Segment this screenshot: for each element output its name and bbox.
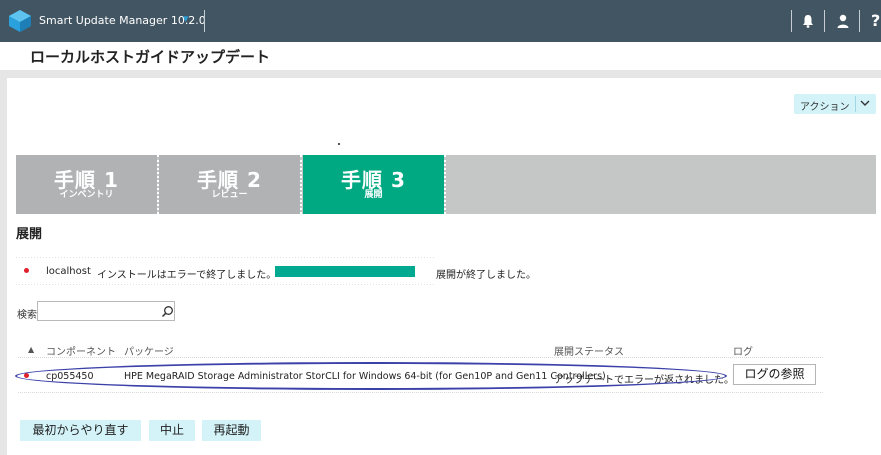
section-title: 展開: [16, 227, 43, 242]
restart-from-beginning-button[interactable]: 最初からやり直す: [20, 420, 141, 441]
step-label: インベントリ: [59, 190, 114, 200]
actions-label: アクション: [800, 102, 850, 113]
deploy-status-text: 展開が終了しました。: [436, 270, 536, 281]
user-icon[interactable]: [835, 13, 851, 29]
page-title: ローカルホストガイドアップデート: [30, 48, 271, 66]
highlight-annotation: [15, 362, 727, 390]
actions-divider: [855, 96, 856, 112]
bell-icon[interactable]: [800, 13, 816, 29]
step-divider: [444, 155, 446, 214]
step-divider: [300, 155, 302, 214]
table-header-divider: [18, 357, 823, 358]
column-header-package[interactable]: パッケージ: [124, 343, 174, 358]
app-logo-icon[interactable]: [8, 9, 32, 33]
reboot-button[interactable]: 再起動: [202, 420, 261, 441]
step-label: レビュー: [211, 190, 248, 200]
search-label: 検索: [17, 310, 37, 321]
step-2-review[interactable]: 手順 2 レビュー: [159, 155, 300, 214]
search-icon[interactable]: [161, 305, 174, 318]
topbar-divider: [791, 10, 792, 32]
deploy-progress-bar: [275, 266, 415, 277]
help-icon[interactable]: ?: [871, 11, 880, 30]
topbar-divider: [204, 10, 205, 32]
install-message: インストールはエラーで終了しました。: [97, 270, 277, 281]
search-input[interactable]: [37, 301, 175, 321]
table-row-divider: [18, 392, 823, 393]
decorative-dot: [338, 143, 340, 145]
topbar-divider: [859, 10, 860, 32]
column-header-status[interactable]: 展開ステータス: [554, 343, 624, 358]
column-header-log: ログ: [733, 347, 753, 358]
column-header-component[interactable]: コンポーネント: [46, 343, 116, 358]
sort-ascending-icon[interactable]: ▲: [28, 345, 34, 354]
actions-dropdown-button[interactable]: アクション: [794, 94, 876, 114]
step-label: 展開: [364, 190, 383, 200]
view-log-button[interactable]: ログの参照: [733, 364, 816, 385]
topbar-divider: [824, 10, 825, 32]
step-3-deploy[interactable]: 手順 3 展開: [303, 155, 444, 214]
abort-button[interactable]: 中止: [149, 420, 195, 441]
step-1-inventory[interactable]: 手順 1 インベントリ: [16, 155, 157, 214]
app-title: Smart Update Manager 10.2.0: [39, 14, 206, 27]
app-menu-chevron-icon[interactable]: ▾: [183, 12, 189, 25]
host-name: localhost: [46, 266, 91, 277]
chevron-down-icon: [860, 100, 870, 106]
error-status-dot: [24, 268, 29, 273]
